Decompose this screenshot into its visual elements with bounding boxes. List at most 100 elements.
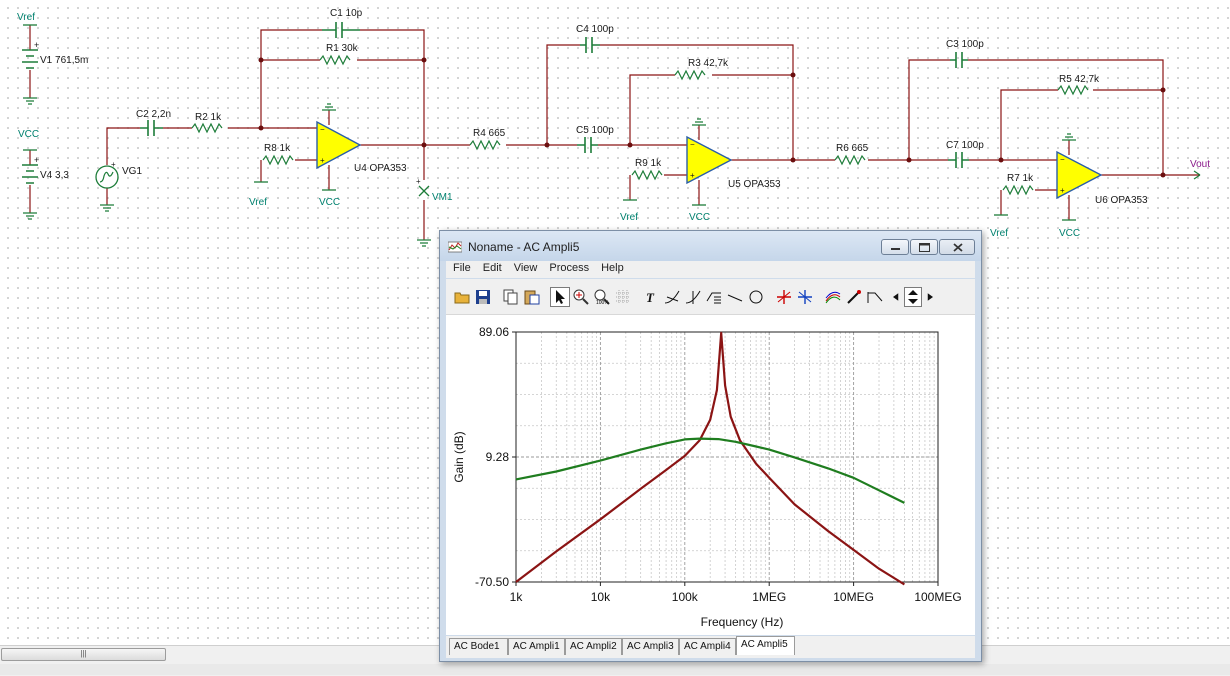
save-button[interactable] bbox=[473, 287, 493, 307]
menu-file[interactable]: File bbox=[446, 261, 476, 274]
label-c4: C4 100p bbox=[576, 24, 614, 35]
nav-left-button[interactable] bbox=[889, 287, 903, 307]
minimize-button[interactable] bbox=[881, 239, 909, 255]
copy-icon bbox=[503, 289, 518, 305]
tab-ac-ampli2[interactable]: AC Ampli2 bbox=[565, 638, 622, 655]
net-label-vcc: VCC bbox=[18, 129, 39, 140]
label-r2: R2 1k bbox=[195, 112, 222, 123]
nav-right-icon bbox=[927, 293, 933, 301]
text-icon: T bbox=[646, 290, 655, 305]
pointer-icon bbox=[556, 290, 565, 304]
svg-text:+: + bbox=[111, 160, 116, 169]
zoom-100-button[interactable]: 100% bbox=[592, 287, 612, 307]
marker-icon bbox=[847, 290, 861, 304]
svg-text:+: + bbox=[34, 155, 39, 165]
svg-text:+: + bbox=[34, 40, 39, 50]
net-label-vout: Vout bbox=[1190, 159, 1210, 170]
tab-ac-ampli4[interactable]: AC Ampli4 bbox=[679, 638, 736, 655]
y-tick-label: 89.06 bbox=[479, 325, 509, 339]
zoom-in-button[interactable] bbox=[571, 287, 591, 307]
net-label-vref: Vref bbox=[620, 212, 638, 223]
cursor-a-icon bbox=[777, 290, 791, 304]
label-r1: R1 30k bbox=[326, 43, 359, 54]
label-u5: U5 OPA353 bbox=[728, 179, 781, 190]
close-button[interactable] bbox=[939, 239, 975, 255]
zoom-in-icon bbox=[573, 289, 589, 305]
svg-text:+: + bbox=[320, 156, 325, 165]
x-tick-label: 100MEG bbox=[914, 590, 961, 604]
label-r6: R6 665 bbox=[836, 143, 869, 154]
tab-ac-ampli5[interactable]: AC Ampli5 bbox=[736, 636, 795, 655]
menu-view[interactable]: View bbox=[507, 261, 543, 274]
label-u4: U4 OPA353 bbox=[354, 163, 407, 174]
label-r8: R8 1k bbox=[264, 143, 291, 154]
x-tick-label: 100k bbox=[672, 590, 699, 604]
menu-process[interactable]: Process bbox=[542, 261, 594, 274]
label-r5: R5 42,7k bbox=[1059, 74, 1100, 85]
copy-button[interactable] bbox=[501, 287, 521, 307]
open-folder-icon bbox=[454, 292, 470, 304]
net-label-vcc: VCC bbox=[319, 197, 340, 208]
y-tick-label: -70.50 bbox=[475, 575, 509, 589]
maximize-button[interactable] bbox=[910, 239, 938, 255]
tab-ac-ampli1[interactable]: AC Ampli1 bbox=[508, 638, 565, 655]
close-icon bbox=[953, 243, 963, 252]
tangent-button[interactable] bbox=[662, 287, 682, 307]
pointer-button[interactable] bbox=[550, 287, 570, 307]
label-vg1: VG1 bbox=[122, 166, 142, 177]
nav-left-icon bbox=[893, 293, 899, 301]
label-c7: C7 100p bbox=[946, 140, 984, 151]
nav-right-button[interactable] bbox=[923, 287, 937, 307]
cursor-icon bbox=[685, 290, 701, 304]
y-axis-label: Gain (dB) bbox=[452, 431, 466, 482]
gain-chart[interactable]: 1k 10k 100k 1MEG 10MEG 100MEG89.069.28-70.50 … bbox=[446, 315, 975, 635]
label-r4: R4 665 bbox=[473, 128, 506, 139]
label-vm1: VM1 bbox=[432, 192, 453, 203]
svg-text:−: − bbox=[320, 125, 325, 134]
line-icon bbox=[727, 294, 743, 302]
plot-area[interactable]: 1k 10k 100k 1MEG 10MEG 100MEG 89.06 9.28 -70.50 … bbox=[446, 315, 975, 635]
nav-up-down-icon bbox=[908, 290, 918, 304]
open-button[interactable] bbox=[452, 287, 472, 307]
menu-help[interactable]: Help bbox=[594, 261, 629, 274]
cursor-b-button[interactable] bbox=[795, 287, 815, 307]
menu-edit[interactable]: Edit bbox=[476, 261, 507, 274]
minimize-icon bbox=[891, 248, 900, 250]
net-label-vref: Vref bbox=[17, 12, 35, 23]
step-icon bbox=[867, 292, 883, 303]
nav-up-down-button[interactable] bbox=[904, 287, 922, 307]
tab-ac-ampli3[interactable]: AC Ampli3 bbox=[622, 638, 679, 655]
save-icon bbox=[476, 290, 490, 304]
tab-strip: AC Bode1 AC Ampli1 AC Ampli2 AC Ampli3 A… bbox=[446, 636, 975, 658]
tab-ac-bode1[interactable]: AC Bode1 bbox=[449, 638, 508, 655]
svg-text:+: + bbox=[416, 177, 421, 186]
svg-text:+: + bbox=[1060, 186, 1065, 195]
cursor-button[interactable] bbox=[683, 287, 703, 307]
line-button[interactable] bbox=[725, 287, 745, 307]
marker-button[interactable] bbox=[844, 287, 864, 307]
toolbar: 100% T bbox=[446, 279, 975, 315]
x-tick-label: 1k bbox=[510, 590, 524, 604]
window-titlebar[interactable]: Noname - AC Ampli5 bbox=[440, 231, 981, 261]
circle-button[interactable] bbox=[746, 287, 766, 307]
label-c2: C2 2,2n bbox=[136, 109, 171, 120]
step-button[interactable] bbox=[865, 287, 885, 307]
circle-icon bbox=[749, 290, 763, 304]
label-r7: R7 1k bbox=[1007, 173, 1034, 184]
curves-button[interactable] bbox=[823, 287, 843, 307]
paste-button[interactable] bbox=[522, 287, 542, 307]
diagram-window[interactable]: Noname - AC Ampli5 File Edit View Process He… bbox=[439, 230, 982, 662]
label-r9: R9 1k bbox=[635, 158, 662, 169]
x-tick-label: 1MEG bbox=[752, 590, 786, 604]
text-button[interactable]: T bbox=[641, 287, 661, 307]
menu-bar: File Edit View Process Help bbox=[446, 261, 975, 278]
grid-button[interactable] bbox=[613, 287, 633, 307]
scroll-thumb[interactable]: ||| bbox=[1, 648, 166, 661]
status-bar bbox=[0, 664, 1230, 675]
cursor-a-button[interactable] bbox=[774, 287, 794, 307]
label-v4: V4 3,3 bbox=[40, 170, 69, 181]
add-curve-button[interactable] bbox=[704, 287, 724, 307]
net-label-vref: Vref bbox=[990, 228, 1008, 239]
svg-text:T: T bbox=[646, 290, 655, 305]
net-label-vcc: VCC bbox=[689, 212, 710, 223]
